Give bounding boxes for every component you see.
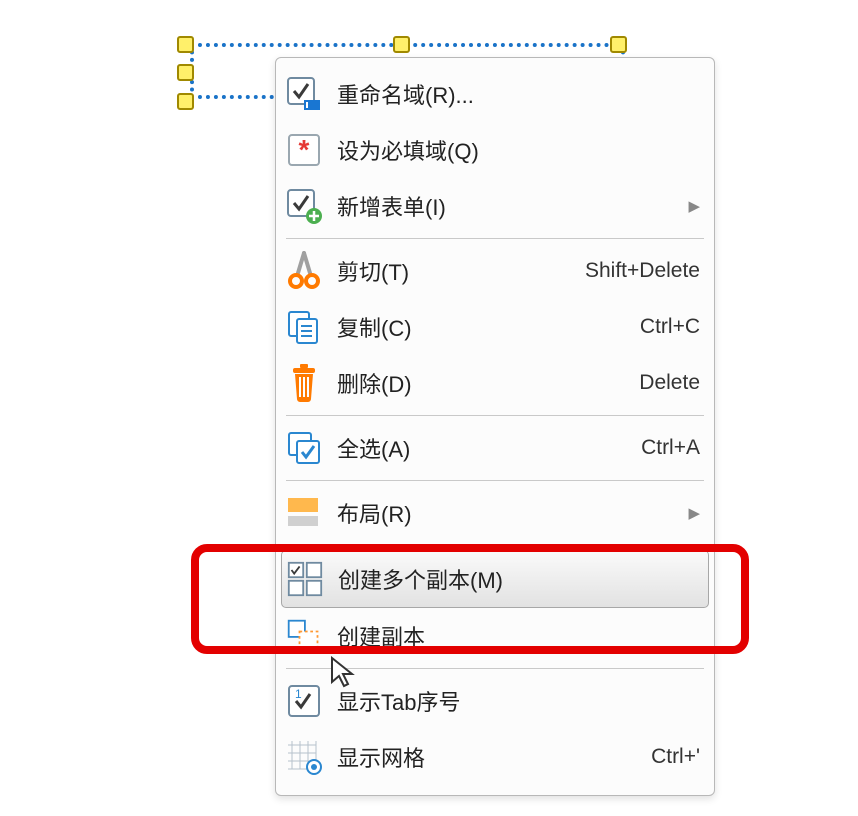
- grid-copies-icon: [287, 561, 323, 597]
- menu-item-show-tab-order[interactable]: 1 显示Tab序号: [276, 673, 714, 729]
- menu-shortcut: Ctrl+': [651, 745, 700, 769]
- checkbox-rename-icon: [286, 76, 322, 112]
- layout-icon: [286, 495, 322, 531]
- copy-single-icon: [286, 618, 322, 654]
- grid-icon: [286, 739, 322, 775]
- menu-item-show-grid[interactable]: 显示网格 Ctrl+': [276, 729, 714, 785]
- menu-label: 复制(C): [337, 311, 625, 343]
- resize-handle-top-left[interactable]: [177, 36, 194, 53]
- context-menu: 重命名域(R)... * 设为必填域(Q) 新增表单(I) ▶: [275, 57, 715, 796]
- resize-handle-middle-left[interactable]: [177, 64, 194, 81]
- menu-label: 剪切(T): [337, 255, 570, 287]
- menu-label: 显示Tab序号: [337, 685, 700, 717]
- svg-text:*: *: [299, 134, 310, 165]
- menu-shortcut: Ctrl+A: [641, 436, 700, 460]
- menu-separator: [286, 545, 704, 546]
- scissors-icon: [286, 253, 322, 289]
- menu-label: 创建副本: [337, 620, 700, 652]
- menu-shortcut: Ctrl+C: [640, 315, 700, 339]
- menu-separator: [286, 415, 704, 416]
- menu-item-selectall[interactable]: 全选(A) Ctrl+A: [276, 420, 714, 476]
- selectall-icon: [286, 430, 322, 466]
- menu-shortcut: Shift+Delete: [585, 259, 700, 283]
- menu-item-create-multiple-copies[interactable]: 创建多个副本(M): [281, 550, 709, 608]
- menu-separator: [286, 480, 704, 481]
- menu-separator: [286, 238, 704, 239]
- menu-separator: [286, 668, 704, 669]
- resize-handle-top-right[interactable]: [610, 36, 627, 53]
- menu-label: 显示网格: [337, 741, 636, 773]
- menu-label: 创建多个副本(M): [338, 563, 699, 595]
- submenu-arrow-icon: ▶: [678, 197, 700, 215]
- menu-item-rename[interactable]: 重命名域(R)...: [276, 66, 714, 122]
- menu-label: 全选(A): [337, 432, 626, 464]
- resize-handle-bottom-left[interactable]: [177, 93, 194, 110]
- menu-item-create-copy[interactable]: 创建副本: [276, 608, 714, 664]
- menu-label: 新增表单(I): [337, 190, 663, 222]
- menu-label: 删除(D): [337, 367, 624, 399]
- menu-shortcut: Delete: [639, 371, 700, 395]
- tab-order-icon: 1: [286, 683, 322, 719]
- menu-item-layout[interactable]: 布局(R) ▶: [276, 485, 714, 541]
- copy-icon: [286, 309, 322, 345]
- menu-item-cut[interactable]: 剪切(T) Shift+Delete: [276, 243, 714, 299]
- resize-handle-top-middle[interactable]: [393, 36, 410, 53]
- menu-label: 布局(R): [337, 497, 663, 529]
- submenu-arrow-icon: ▶: [678, 504, 700, 522]
- menu-item-copy[interactable]: 复制(C) Ctrl+C: [276, 299, 714, 355]
- menu-label: 设为必填域(Q): [337, 134, 700, 166]
- menu-item-newform[interactable]: 新增表单(I) ▶: [276, 178, 714, 234]
- menu-item-required[interactable]: * 设为必填域(Q): [276, 122, 714, 178]
- asterisk-icon: *: [286, 132, 322, 168]
- menu-label: 重命名域(R)...: [337, 78, 700, 110]
- menu-item-delete[interactable]: 删除(D) Delete: [276, 355, 714, 411]
- trash-icon: [286, 365, 322, 401]
- add-form-icon: [286, 188, 322, 224]
- svg-text:1: 1: [295, 687, 302, 701]
